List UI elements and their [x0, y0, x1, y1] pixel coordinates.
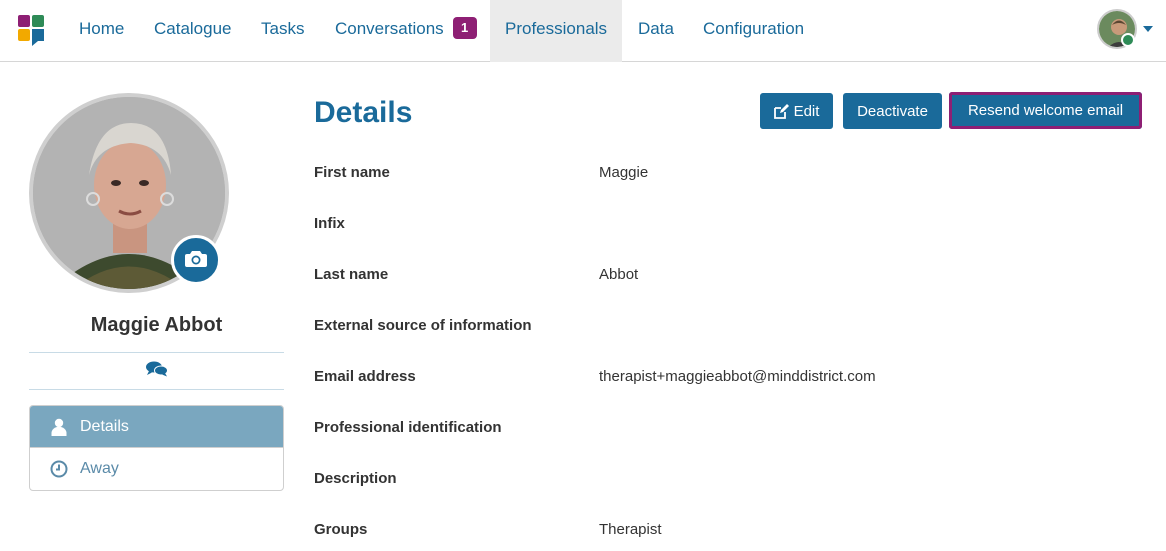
deactivate-button[interactable]: Deactivate	[843, 93, 942, 129]
resend-welcome-email-button-label: Resend welcome email	[967, 102, 1124, 119]
nav-catalogue[interactable]: Catalogue	[139, 0, 247, 62]
side-menu-item-details[interactable]: Details	[30, 406, 283, 448]
profile-name: Maggie Abbot	[90, 314, 223, 336]
field-label-email-address: Email address	[314, 368, 416, 385]
field-value-last-name: Abbot	[599, 266, 639, 283]
resend-welcome-email-button[interactable]: Resend welcome email	[949, 92, 1142, 129]
field-label-first-name: First name	[314, 164, 390, 181]
side-menu-item-details-label: Details	[80, 417, 129, 435]
profile-side-menu: Details Away	[29, 405, 284, 491]
user-menu-caret-icon[interactable]	[1143, 26, 1153, 32]
online-status-icon	[1121, 33, 1135, 47]
side-menu-item-away-label: Away	[80, 460, 119, 477]
clock-icon	[50, 460, 68, 478]
nav-configuration-label: Configuration	[703, 19, 805, 38]
side-menu-item-away[interactable]: Away	[30, 448, 283, 490]
edit-icon	[773, 103, 789, 119]
field-value-groups: Therapist	[599, 521, 662, 538]
field-label-infix: Infix	[314, 215, 345, 232]
edit-button-label: Edit	[793, 102, 820, 120]
nav-data-label: Data	[638, 19, 674, 38]
nav-configuration[interactable]: Configuration	[688, 0, 819, 62]
nav-tasks-label: Tasks	[261, 19, 305, 38]
field-label-professional-identification: Professional identification	[314, 419, 502, 436]
camera-icon	[185, 249, 207, 272]
field-label-last-name: Last name	[314, 266, 389, 283]
minddistrict-logo-icon[interactable]	[17, 14, 47, 46]
field-value-first-name: Maggie	[599, 164, 649, 181]
field-label-description: Description	[314, 470, 397, 487]
nav-home[interactable]: Home	[64, 0, 139, 62]
field-label-external-source: External source of information	[314, 317, 532, 334]
nav-tasks[interactable]: Tasks	[246, 0, 319, 62]
nav-professionals[interactable]: Professionals	[490, 0, 622, 62]
nav-catalogue-label: Catalogue	[154, 19, 232, 38]
field-label-groups: Groups	[314, 521, 368, 538]
conversation-button[interactable]	[29, 352, 284, 390]
deactivate-button-label: Deactivate	[857, 102, 928, 120]
field-value-email-address: therapist+maggieabbot@minddistrict.com	[599, 368, 876, 385]
nav-professionals-label: Professionals	[505, 19, 608, 38]
user-icon	[50, 418, 68, 436]
chat-bubbles-icon	[145, 361, 168, 382]
page-title: Details	[314, 96, 413, 129]
nav-data[interactable]: Data	[623, 0, 689, 62]
change-photo-button[interactable]	[171, 235, 221, 285]
nav-conversations-label: Conversations	[335, 19, 444, 38]
nav-home-label: Home	[79, 19, 125, 38]
nav-conversations[interactable]: Conversations 1	[320, 0, 492, 62]
conversations-count-badge: 1	[452, 17, 477, 39]
edit-button[interactable]: Edit	[760, 93, 833, 129]
top-navigation: Home Catalogue Tasks Conversations 1 Prof…	[0, 0, 1166, 62]
